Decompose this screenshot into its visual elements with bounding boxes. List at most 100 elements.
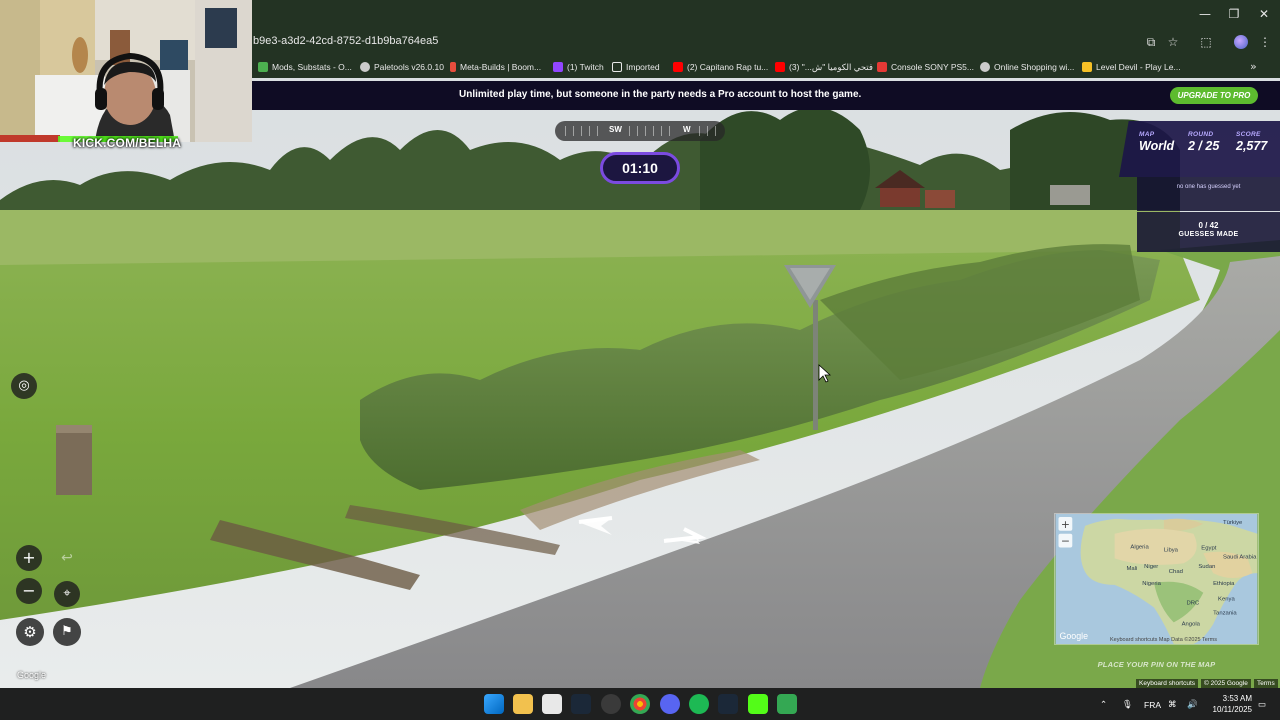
volume-icon[interactable]: 🔊 <box>1187 699 1198 710</box>
stat-round-value: 2 / 25 <box>1188 139 1220 153</box>
compass-tick <box>699 126 700 136</box>
stat-score-value: 2,577 <box>1236 139 1268 153</box>
language-indicator[interactable]: FRA <box>1144 700 1161 710</box>
compass-tick <box>661 126 662 136</box>
bookmark-star-icon[interactable]: ☆ <box>1166 35 1180 49</box>
youtube-icon <box>775 62 785 72</box>
close-icon[interactable]: ✕ <box>1256 6 1272 22</box>
youtube-icon <box>673 62 683 72</box>
stat-score-label: SCORE <box>1236 131 1261 138</box>
guesses-label: GUESSES MADE <box>1178 231 1239 238</box>
taskbar-clock[interactable]: 3:53 AM 10/11/2025 <box>1202 693 1252 715</box>
bookmark-favicon <box>258 62 268 72</box>
bookmark-item[interactable]: Paletools v26.0.10 <box>360 60 444 74</box>
bookmark-item[interactable]: Level Devil - Play Le... <box>1082 60 1181 74</box>
tray-chevron-icon[interactable]: ⌃ <box>1100 699 1107 710</box>
url-text[interactable]: b9e3-a3d2-42cd-8752-d1b9ba764ea5 <box>253 35 438 47</box>
compass-tick <box>629 126 630 136</box>
guess-minimap[interactable]: + − Türkiye Algeria Libya Egypt Saudi Ar… <box>1054 513 1259 645</box>
webcam-overlay <box>0 0 252 142</box>
map-label: Nigeria <box>1142 581 1161 587</box>
return-to-start-flag-icon[interactable]: ⚑ <box>53 618 81 646</box>
terms-link[interactable]: Terms <box>1254 679 1278 688</box>
menu-dots-icon[interactable]: ⋮ <box>1258 35 1272 49</box>
map-label: Türkiye <box>1223 520 1243 526</box>
compass-dir-sw: SW <box>609 125 622 134</box>
minimap-google-logo: Google <box>1059 631 1088 641</box>
microphone-icon[interactable]: 🎙 <box>1122 699 1133 710</box>
steam-icon-2[interactable] <box>718 694 738 714</box>
discord-icon[interactable] <box>660 694 680 714</box>
folder-icon <box>612 62 622 72</box>
network-icon[interactable]: ⌘ <box>1168 699 1177 710</box>
minimize-icon[interactable]: — <box>1197 6 1213 22</box>
profile-avatar[interactable] <box>1234 35 1248 49</box>
store-icon[interactable] <box>542 694 562 714</box>
game-status-panel: MAP World ROUND 2 / 25 SCORE 2,577 <box>1119 121 1280 177</box>
maps-app-icon[interactable] <box>777 694 797 714</box>
spotify-icon[interactable] <box>689 694 709 714</box>
bookmark-item[interactable]: (1) Twitch <box>553 60 604 74</box>
compass-tick <box>573 126 574 136</box>
bookmark-item[interactable]: Online Shopping wi... <box>980 60 1074 74</box>
settings-gear-icon[interactable]: ⚙ <box>16 618 44 646</box>
clock-time: 3:53 AM <box>1222 694 1252 703</box>
map-data-attribution: © 2025 Google <box>1201 679 1251 688</box>
bookmarks-overflow-icon[interactable]: » <box>1250 60 1257 73</box>
compass-dir-w: W <box>683 125 691 134</box>
compass-tick <box>715 126 716 136</box>
windows-start-icon[interactable] <box>484 694 504 714</box>
stat-map: MAP World <box>1139 131 1174 153</box>
map-label: Ethiopia <box>1213 581 1235 587</box>
map-label: Kenya <box>1218 597 1235 603</box>
map-label: Tanzania <box>1213 610 1237 616</box>
upgrade-to-pro-button[interactable]: UPGRADE TO PRO <box>1170 87 1258 104</box>
bookmark-item[interactable]: Meta-Builds | Boom... <box>450 60 541 74</box>
compass-tick <box>707 126 708 136</box>
keyboard-shortcuts-link[interactable]: Keyboard shortcuts <box>1136 679 1199 688</box>
undo-icon[interactable]: ↩ <box>54 545 80 571</box>
cast-icon[interactable]: ⧉ <box>1144 35 1158 49</box>
obs-icon[interactable] <box>601 694 621 714</box>
pro-banner: Unlimited play time, but someone in the … <box>252 81 1280 110</box>
svg-text:−: − <box>1061 535 1070 548</box>
bookmark-item[interactable]: (2) Capitano Rap tu... <box>673 60 768 74</box>
zoom-out-button[interactable]: − <box>16 578 42 604</box>
stat-score: SCORE 2,577 <box>1236 131 1267 153</box>
chrome-icon[interactable] <box>630 694 650 714</box>
maximize-icon[interactable]: ❐ <box>1226 6 1242 22</box>
bookmark-favicon <box>1082 62 1092 72</box>
kick-icon[interactable] <box>748 694 768 714</box>
stat-round: ROUND 2 / 25 <box>1188 131 1219 153</box>
guesses-made-box: 0 / 42 GUESSES MADE <box>1137 212 1280 252</box>
bookmark-favicon <box>360 62 370 72</box>
bookmark-item[interactable]: Console SONY PS5... <box>877 60 974 74</box>
stat-map-label: MAP <box>1139 131 1155 138</box>
map-label: Saudi Arabia <box>1223 554 1257 560</box>
place-pin-hint: PLACE YOUR PIN ON THE MAP <box>1097 660 1216 669</box>
file-explorer-icon[interactable] <box>513 694 533 714</box>
zoom-in-button[interactable]: + <box>16 545 42 571</box>
svg-text:+: + <box>1061 518 1070 531</box>
map-label: Niger <box>1144 564 1158 570</box>
extensions-icon[interactable]: ⬚ <box>1199 35 1213 49</box>
twitch-icon <box>553 62 563 72</box>
compass-tick <box>589 126 590 136</box>
checkpoint-pin-icon[interactable]: ⌖ <box>54 581 80 607</box>
stat-map-value: World <box>1139 139 1175 153</box>
map-label: Libya <box>1164 547 1179 553</box>
bookmark-item[interactable]: Mods, Substats - O... <box>258 60 352 74</box>
chat-icon[interactable]: ◎ <box>11 373 37 399</box>
bookmark-favicon <box>980 62 990 72</box>
bookmark-item[interactable]: فتحي الكوميا "ش..." (3) <box>775 60 873 74</box>
map-label: Mali <box>1126 566 1137 572</box>
compass-tick <box>645 126 646 136</box>
map-label: Algeria <box>1130 544 1149 550</box>
compass-tick <box>653 126 654 136</box>
compass-tick <box>669 126 670 136</box>
map-label: Egypt <box>1201 545 1216 551</box>
bookmark-folder[interactable]: Imported <box>612 60 660 74</box>
map-label: Angola <box>1182 621 1201 627</box>
notifications-icon[interactable]: ▭ <box>1258 699 1266 710</box>
steam-icon[interactable] <box>571 694 591 714</box>
